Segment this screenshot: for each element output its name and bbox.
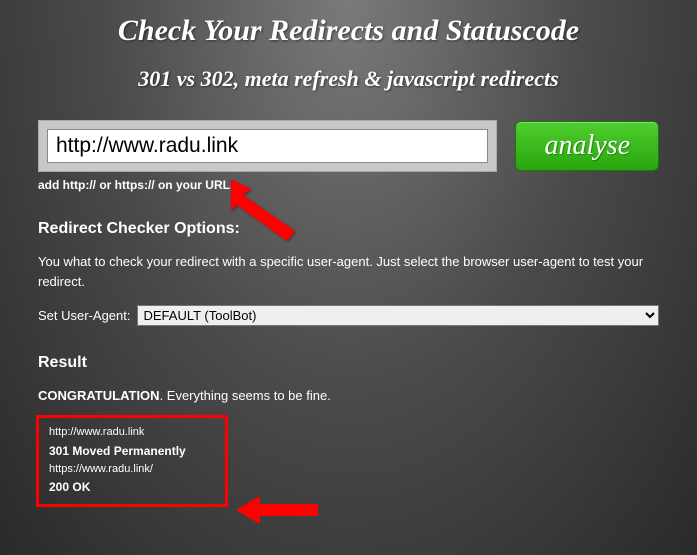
- url-input-wrap: [38, 120, 497, 172]
- url-input[interactable]: [47, 129, 488, 163]
- user-agent-select[interactable]: DEFAULT (ToolBot): [137, 305, 660, 326]
- analyse-button[interactable]: analyse: [515, 121, 659, 171]
- options-heading: Redirect Checker Options:: [38, 220, 659, 238]
- input-row: analyse: [38, 120, 659, 172]
- options-description: You what to check your redirect with a s…: [38, 252, 659, 291]
- result-line-3: https://www.radu.link/: [49, 461, 215, 479]
- result-congrat: CONGRATULATION: [38, 388, 160, 403]
- user-agent-label: Set User-Agent:: [38, 308, 131, 323]
- result-line-2: 301 Moved Permanently: [49, 442, 215, 461]
- result-heading: Result: [38, 354, 659, 372]
- result-line-4: 200 OK: [49, 478, 215, 497]
- arrow-result-icon: [232, 490, 322, 530]
- page-subtitle: 301 vs 302, meta refresh & javascript re…: [0, 66, 697, 92]
- url-hint: add http:// or https:// on your URL.: [38, 178, 659, 192]
- page-title: Check Your Redirects and Statuscode: [0, 0, 697, 48]
- result-line-1: http://www.radu.link: [49, 424, 215, 442]
- user-agent-row: Set User-Agent: DEFAULT (ToolBot): [38, 305, 659, 326]
- result-box: http://www.radu.link 301 Moved Permanent…: [36, 415, 228, 507]
- result-congrat-rest: . Everything seems to be fine.: [160, 388, 331, 403]
- result-message: CONGRATULATION. Everything seems to be f…: [38, 388, 659, 403]
